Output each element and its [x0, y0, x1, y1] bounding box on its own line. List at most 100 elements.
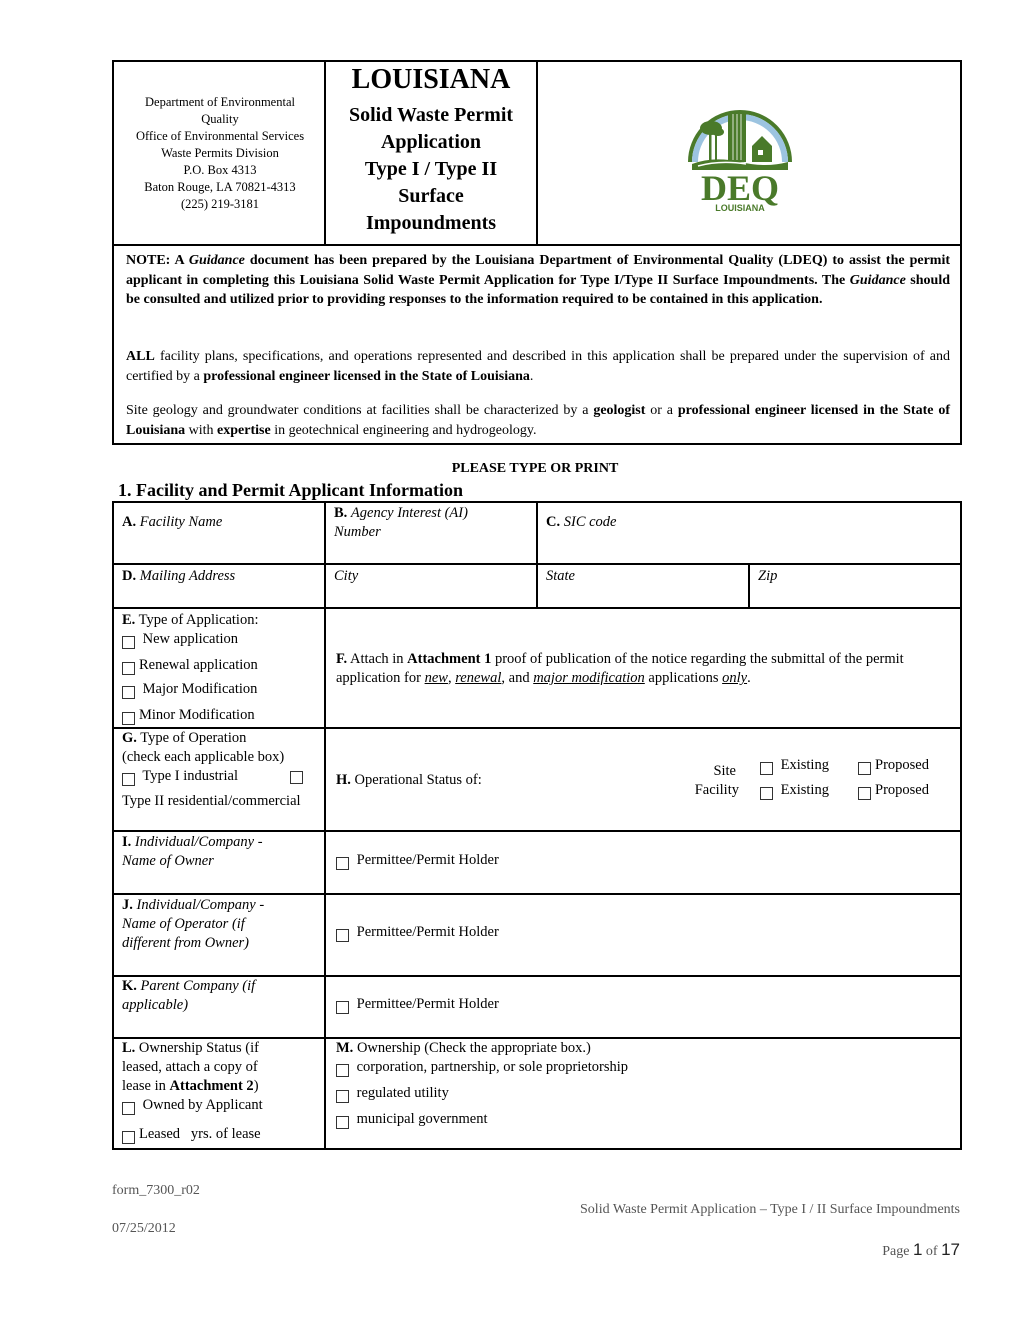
field-mailing-address[interactable]: D. Mailing Address	[122, 567, 235, 586]
checkbox-type-i-industrial[interactable]	[122, 773, 135, 787]
field-city[interactable]: City	[334, 567, 358, 586]
field-label: Facility Name	[139, 514, 223, 530]
note-text: or a	[645, 403, 678, 418]
option-label: Existing	[780, 782, 829, 798]
note-text: in geotechnical engineering and hydrogeo…	[270, 422, 537, 438]
status-row-label: Facility	[694, 782, 739, 798]
ownership-type-group: M. Ownership (Check the appropriate box.…	[336, 1039, 628, 1130]
row-divider	[112, 893, 962, 895]
checkbox-site-proposed[interactable]	[858, 762, 871, 776]
field-agency-interest-number[interactable]: B. Agency Interest (AI) Number	[334, 504, 468, 542]
field-label: Name of Operator (if	[122, 916, 245, 932]
emphasis-renewal: renewal	[455, 670, 502, 686]
deq-logo-graphic: DEQ LOUISIANA	[688, 110, 792, 213]
checkbox-major-modification[interactable]	[122, 686, 135, 700]
option-label: Existing	[780, 757, 829, 773]
attachment-ref: Attachment 2	[169, 1078, 254, 1094]
note-text: NOTE: A	[126, 253, 189, 268]
note-text: Site geology and groundwater conditions …	[126, 403, 594, 418]
field-label: applicable)	[122, 997, 189, 1013]
instruction-text: Attach in	[347, 651, 408, 667]
checkbox-corporation[interactable]	[336, 1064, 349, 1078]
please-type-instruction: PLEASE TYPE OR PRINT	[451, 461, 619, 476]
field-hint: (check each applicable box)	[122, 749, 285, 765]
checkbox-leased[interactable]	[122, 1131, 135, 1145]
guidance-note: NOTE: A Guidance document has been prepa…	[126, 251, 950, 310]
field-letter: B.	[334, 505, 348, 521]
option-label: New application	[142, 631, 239, 647]
page-word: Page	[882, 1244, 913, 1259]
checkbox-facility-proposed[interactable]	[858, 787, 871, 801]
checkbox-new-application[interactable]	[122, 636, 135, 650]
note-emphasis: geologist	[593, 403, 646, 418]
ownership-status-group: L. Ownership Status (if leased, attach a…	[122, 1039, 263, 1145]
state-title: LOUISIANA	[351, 64, 511, 95]
agency-line: P.O. Box 4313	[183, 163, 257, 177]
field-letter: F.	[336, 651, 348, 667]
checkbox-owner-permittee[interactable]	[336, 857, 349, 871]
parent-permittee-option: Permittee/Permit Holder	[336, 995, 499, 1015]
option-label: Permittee/Permit Holder	[356, 996, 499, 1012]
field-letter: L.	[122, 1040, 136, 1056]
field-label: )	[253, 1078, 259, 1094]
of-word: of	[922, 1244, 942, 1259]
option-label: Proposed	[875, 782, 929, 798]
field-label: leased, attach a copy of	[122, 1059, 258, 1075]
checkbox-site-existing[interactable]	[760, 762, 773, 776]
checkbox-owned-by-applicant[interactable]	[122, 1102, 135, 1116]
form-date: 07/25/2012	[112, 1221, 176, 1236]
option-label: Major Modification	[142, 681, 258, 697]
option-label: Permittee/Permit Holder	[356, 924, 499, 940]
checkbox-minor-modification[interactable]	[122, 712, 135, 726]
deq-louisiana-logo: DEQ LOUISIANA	[684, 98, 796, 213]
field-owner-name[interactable]: I. Individual/Company - Name of Owner	[122, 833, 263, 871]
agency-line: Waste Permits Division	[161, 146, 279, 160]
checkbox-facility-existing[interactable]	[760, 787, 773, 801]
form-title-line: Type I / Type II	[364, 158, 498, 180]
agency-line: Office of Environmental Services	[135, 129, 305, 143]
field-zip[interactable]: Zip	[758, 567, 777, 586]
footer-doc-title: Solid Waste Permit Application – Type I …	[580, 1202, 960, 1217]
emphasis-new: new	[424, 670, 448, 686]
header-divider-2	[536, 60, 538, 246]
current-page: 1	[912, 1240, 923, 1259]
checkbox-parent-permittee[interactable]	[336, 1001, 349, 1015]
field-facility-name[interactable]: A. Facility Name	[122, 513, 222, 532]
field-operator-name[interactable]: J. Individual/Company - Name of Operator…	[122, 896, 264, 953]
section-title: 1. Facility and Permit Applicant Informa…	[118, 480, 463, 500]
field-state[interactable]: State	[546, 567, 575, 586]
logo-deq-text: DEQ	[701, 168, 779, 208]
pe-certification-note: ALL facility plans, specifications, and …	[126, 347, 950, 386]
field-parent-company[interactable]: K. Parent Company (if applicable)	[122, 977, 255, 1015]
instruction-text: .	[747, 670, 751, 686]
field-letter: I.	[122, 834, 132, 850]
guidance-emphasis: Guidance	[188, 253, 245, 268]
agency-address: Department of Environmental Quality Offi…	[114, 94, 326, 213]
option-label: Type II residential/commercial	[122, 793, 301, 809]
field-label: Mailing Address	[139, 568, 236, 584]
attachment-1-instruction: F. Attach in Attachment 1 proof of publi…	[336, 650, 952, 688]
checkbox-type-ii-residential-commercial[interactable]	[290, 771, 303, 784]
checkbox-regulated-utility[interactable]	[336, 1090, 349, 1104]
type-of-operation-group: G. Type of Operation (check each applica…	[122, 729, 318, 811]
field-letter: A.	[122, 514, 137, 530]
col-divider	[748, 563, 750, 609]
option-label: municipal government	[356, 1111, 488, 1127]
field-letter: J.	[122, 897, 133, 913]
form-title-line: Application	[380, 131, 482, 153]
field-sic-code[interactable]: C. SIC code	[546, 513, 616, 532]
field-label: Ownership Status (if	[138, 1040, 259, 1056]
option-label: Permittee/Permit Holder	[356, 852, 499, 868]
field-letter: M.	[336, 1040, 354, 1056]
geology-note: Site geology and groundwater conditions …	[126, 401, 950, 440]
checkbox-municipal-government[interactable]	[336, 1116, 349, 1130]
checkbox-renewal-application[interactable]	[122, 662, 135, 676]
note-text: .	[529, 368, 534, 384]
owner-permittee-option: Permittee/Permit Holder	[336, 851, 499, 871]
checkbox-operator-permittee[interactable]	[336, 929, 349, 943]
field-letter: C.	[546, 514, 561, 530]
status-row-label: Site	[713, 763, 736, 779]
form-id: form_7300_r02	[112, 1183, 200, 1198]
field-label: SIC code	[563, 514, 617, 530]
operational-status-label: H. Operational Status of:	[336, 771, 482, 790]
